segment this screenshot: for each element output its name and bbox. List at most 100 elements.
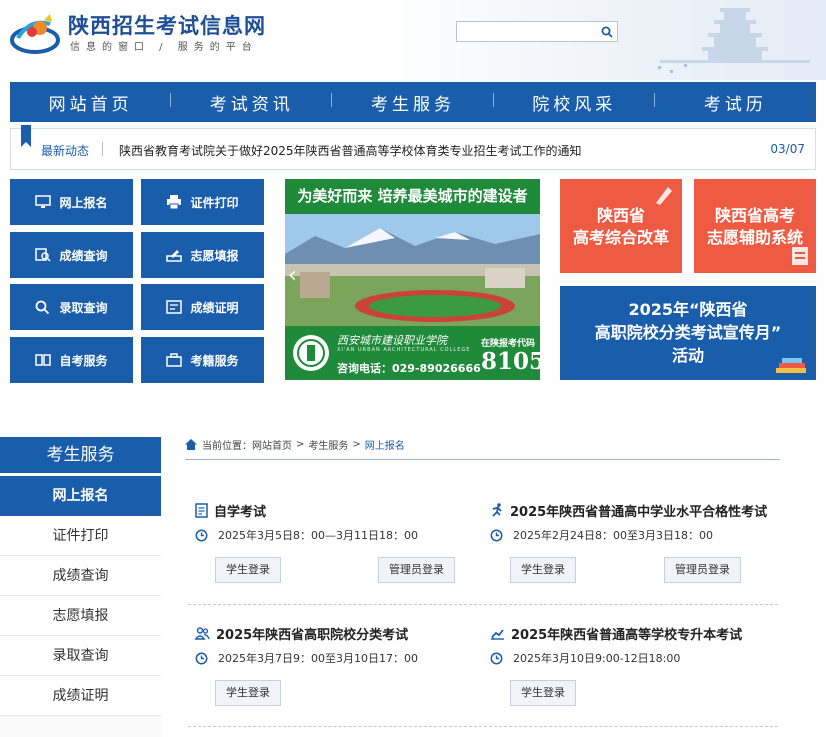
student-login-button[interactable]: 学生登录 [510,557,576,583]
checklist-icon [792,247,808,265]
site-header: 陕西招生考试信息网 信息的窗口 / 服务的平台 [0,0,826,80]
quick-link-label: 成绩查询 [59,248,108,263]
exam-title-text: 2025年陕西省高职院校分类考试 [216,628,409,643]
books-icon [776,358,806,373]
people-icon [195,627,210,640]
quick-link-label: 考籍服务 [190,353,239,368]
exam-title[interactable]: 自学考试 [195,501,266,520]
printer-icon [167,195,182,209]
admin-login-button[interactable]: 管理员登录 [378,557,455,583]
exam-divider [188,726,778,727]
banner-headline: 为美好而来 培养最美城市的建设者 [285,179,540,214]
exam-title-text: 2025年陕西省普通高中学业水平合格性考试 [510,505,768,520]
nav-item-news[interactable]: 考试资讯 [171,90,333,115]
nav-item-schools[interactable]: 院校风采 [494,90,656,115]
sidebar-item-score-certificate[interactable]: 成绩证明 [0,676,161,716]
quick-link-volunteer-fill[interactable]: 志愿填报 [141,232,264,278]
promo-volunteer-assist[interactable]: 陕西省高考 志愿辅助系统 [694,179,816,273]
page: 陕西招生考试信息网 信息的窗口 / 服务的平台 网站首页 考试资讯 考生服务 院… [0,0,826,737]
student-login-button[interactable]: 学生登录 [510,680,576,706]
sidebar-item-online-registration[interactable]: 网上报名 [0,476,161,516]
nav-item-calendar[interactable]: 考试历 [655,90,816,115]
book-icon [35,354,52,366]
promo-gaokao-reform[interactable]: 陕西省 高考综合改革 [560,179,682,273]
clock-icon [490,652,503,664]
student-login-button[interactable]: 学生登录 [215,557,281,583]
monitor-icon [35,195,52,208]
main-nav: 网站首页 考试资讯 考生服务 院校风采 考试历 [10,82,816,122]
breadcrumb-separator: > [352,439,361,450]
nav-item-services[interactable]: 考生服务 [332,90,494,115]
campus-photo [285,214,540,326]
exam-title-text: 自学考试 [214,505,267,520]
exam-time-text: 2025年3月10日9:00-12日18:00 [513,652,681,665]
quick-link-label: 志愿填报 [190,248,239,263]
breadcrumb-separator: > [296,439,305,450]
quick-link-certificate-print[interactable]: 证件打印 [141,179,264,225]
quick-link-score-query[interactable]: 成绩查询 [10,232,133,278]
quick-link-self-exam-service[interactable]: 自考服务 [10,337,133,383]
ticker-divider [102,142,103,156]
breadcrumb-divider [185,459,780,460]
search-icon [601,26,613,38]
exam-time: 2025年3月5日8：00—3月11日18：00 [195,527,418,543]
quick-link-admission-query[interactable]: 录取查询 [10,284,133,330]
quick-link-label: 证件打印 [190,195,239,210]
magnifier-icon [36,300,50,314]
admin-login-button[interactable]: 管理员登录 [664,557,741,583]
search-button[interactable] [596,21,618,42]
quick-link-student-record-service[interactable]: 考籍服务 [141,337,264,383]
nav-item-home[interactable]: 网站首页 [10,90,172,115]
quick-link-label: 成绩证明 [190,300,239,315]
pen-icon [166,250,183,262]
clock-icon [195,652,208,664]
promo-line: 高职院校分类考试宣传月” [594,323,782,342]
promo-line: 陕西省 [596,206,645,225]
exam-title[interactable]: 2025年陕西省普通高中学业水平合格性考试 [490,501,767,520]
document-icon [195,503,208,518]
sidebar-item-admission-query[interactable]: 录取查询 [0,636,161,676]
banner-prev-arrow[interactable]: ‹ [288,263,297,288]
college-emblem-icon [293,335,329,371]
running-icon [492,503,502,517]
exam-time-text: 2025年3月7日9：00至3月10日17：00 [218,652,418,665]
clock-icon [195,529,208,541]
banner-footer: 西安城市建设职业学院 XI'AN URBAN ARCHITECTURAL COL… [285,326,540,380]
briefcase-icon [166,353,183,367]
breadcrumb: 当前位置： 网站首页 > 考生服务 > 网上报名 [185,437,405,452]
quick-link-online-registration[interactable]: 网上报名 [10,179,133,225]
exam-time: 2025年3月7日9：00至3月10日17：00 [195,650,418,666]
home-icon [185,439,197,450]
quick-link-label: 网上报名 [59,195,108,210]
promo-vocational-month[interactable]: 2025年“陕西省 高职院校分类考试宣传月” 活动 [560,286,816,380]
logo-icon [10,14,60,54]
banner-code: 8105 [481,348,540,375]
ticker-news-link[interactable]: 陕西省教育考试院关于做好2025年陕西省普通高等学校体育类专业招生考试工作的通知 [119,142,582,159]
promo-line: 高考综合改革 [572,228,669,247]
sidebar-item-certificate-print[interactable]: 证件打印 [0,516,161,556]
exam-title[interactable]: 2025年陕西省高职院校分类考试 [195,624,408,643]
breadcrumb-home[interactable]: 网站首页 [252,437,292,452]
certificate-icon [166,300,183,314]
sidebar-item-score-query[interactable]: 成绩查询 [0,556,161,596]
exam-title-text: 2025年陕西省普通高等学校专升本考试 [511,628,743,643]
breadcrumb-services[interactable]: 考生服务 [308,437,348,452]
search-input[interactable] [456,21,596,42]
sidebar-item-volunteer-fill[interactable]: 志愿填报 [0,596,161,636]
ticker-label: 最新动态 [41,144,90,158]
quick-link-label: 录取查询 [59,300,108,315]
sidebar-heading: 考生服务 [0,437,161,473]
exam-time: 2025年3月10日9:00-12日18:00 [490,650,680,666]
ticker-date: 03/07 [770,142,805,156]
banner-phone: 咨询电话：029-89026666 [337,362,481,375]
quick-link-score-certificate[interactable]: 成绩证明 [141,284,264,330]
exam-title[interactable]: 2025年陕西省普通高等学校专升本考试 [490,624,742,643]
exam-time-text: 2025年2月24日8：00至3月3日18：00 [513,529,713,542]
student-login-button[interactable]: 学生登录 [215,680,281,706]
exam-divider [188,604,778,605]
college-ad-banner[interactable]: 为美好而来 培养最美城市的建设者 ‹ 西安城市建设职业学院 XI'AN URBA… [285,179,540,380]
clock-icon [490,529,503,541]
exam-time: 2025年2月24日8：00至3月3日18：00 [490,527,713,543]
bookmark-icon [21,125,31,147]
banner-college-english: XI'AN URBAN ARCHITECTURAL COLLEGE [337,347,471,353]
